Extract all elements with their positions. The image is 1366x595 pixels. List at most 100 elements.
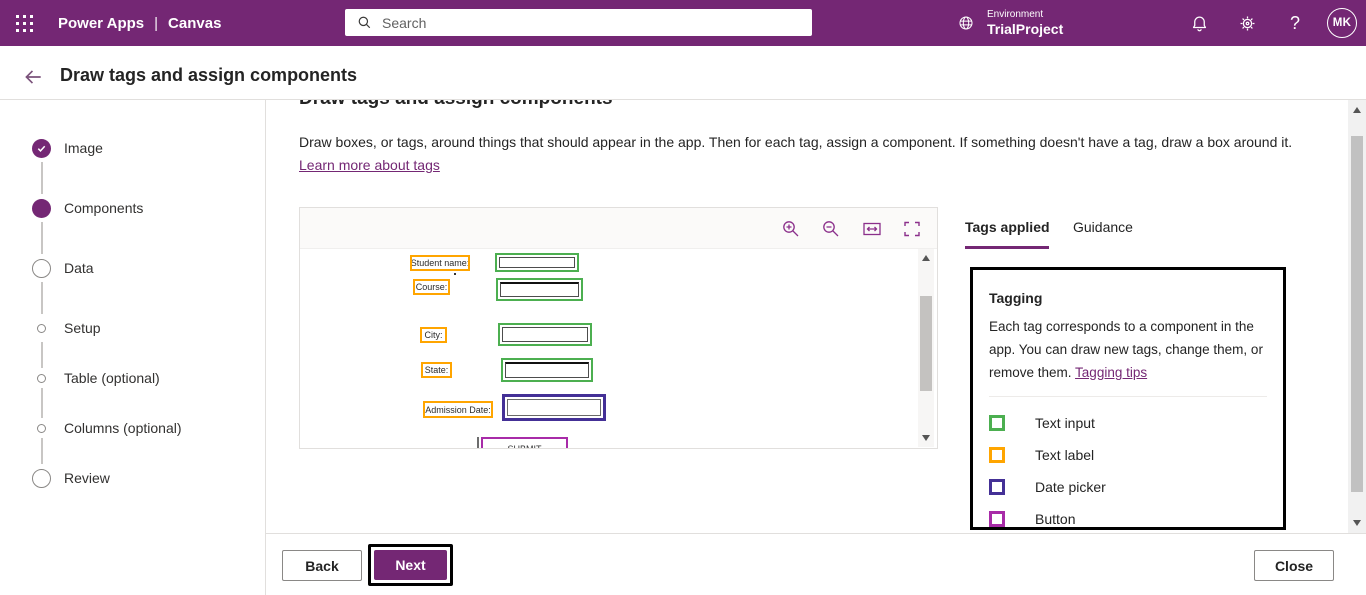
back-arrow-icon (25, 70, 41, 84)
form-label: Course: (415, 282, 448, 292)
page-vertical-scrollbar[interactable] (1348, 100, 1366, 533)
callout-title: Tagging (989, 290, 1043, 306)
step-upcoming-icon (32, 469, 51, 488)
account-avatar[interactable]: MK (1327, 8, 1357, 38)
global-search[interactable] (345, 9, 812, 36)
tag-button-submit[interactable]: SUBMIT (481, 437, 568, 449)
learn-more-link[interactable]: Learn more about tags (299, 157, 440, 173)
legend-label: Text label (1035, 447, 1095, 463)
zoom-in-icon (783, 221, 799, 237)
stepper-connector (41, 342, 43, 368)
wizard-footer: Back Next Close (266, 533, 1366, 595)
instructions-text: Draw boxes, or tags, around things that … (299, 134, 1293, 150)
question-mark-icon: ? (1289, 12, 1300, 33)
zoom-out-button[interactable] (821, 219, 841, 239)
scrolled-heading-clipped: Draw tags and assign components (299, 100, 999, 111)
step-label: Review (64, 470, 110, 486)
fit-width-icon (863, 222, 881, 236)
top-app-bar: Power Apps | Canvas Environment TrialPro… (0, 0, 1366, 46)
image-line-artifact (477, 437, 479, 448)
step-label: Image (64, 140, 103, 156)
environment-name: TrialProject (987, 20, 1064, 37)
environment-globe-icon (959, 16, 973, 30)
image-input-rect (505, 362, 589, 378)
notifications-button[interactable] (1181, 0, 1217, 46)
tagging-tips-link[interactable]: Tagging tips (1075, 365, 1147, 380)
canvas-vertical-scrollbar[interactable] (918, 249, 934, 447)
legend-item-text-label: Text label (989, 439, 1267, 471)
tab-tags-applied[interactable]: Tags applied (965, 219, 1050, 235)
settings-button[interactable] (1229, 0, 1265, 46)
callout-divider (989, 396, 1267, 397)
tag-text-input-student-name[interactable] (495, 253, 579, 272)
tag-text-label-city[interactable]: City: (420, 327, 447, 343)
scroll-down-arrow-icon[interactable] (922, 435, 930, 441)
power-apps-wizard-page: Power Apps | Canvas Environment TrialPro… (0, 0, 1366, 595)
page-scrollbar-thumb[interactable] (1351, 136, 1363, 492)
tag-date-picker-admission-date[interactable] (502, 394, 606, 421)
app-launcher-button[interactable] (0, 0, 48, 46)
step-label: Table (optional) (64, 370, 160, 386)
button-color-swatch (989, 511, 1005, 527)
tag-text-label-course[interactable]: Course: (413, 279, 450, 295)
wizard-stepper-sidebar: Image Components Data Setup Table (optio… (0, 100, 266, 595)
scroll-up-arrow-icon[interactable] (922, 255, 930, 261)
search-input[interactable] (382, 14, 782, 31)
step-upcoming-icon (32, 259, 51, 278)
content-heading: Draw tags and assign components (299, 100, 999, 110)
image-input-rect (502, 327, 588, 342)
next-button[interactable]: Next (374, 550, 447, 580)
step-upcoming-small-icon (37, 424, 46, 433)
tag-text-label-admission-date[interactable]: Admission Date: (423, 401, 493, 418)
tab-guidance[interactable]: Guidance (1073, 219, 1133, 235)
form-label: State: (424, 365, 449, 375)
stepper-connector (41, 438, 43, 464)
tag-text-input-course[interactable] (496, 278, 583, 301)
step-current-icon (32, 199, 51, 218)
step-upcoming-small-icon (37, 324, 46, 333)
image-input-rect (507, 399, 601, 416)
environment-text: Environment TrialProject (987, 9, 1063, 38)
stepper-connector (41, 222, 43, 254)
stepper-connector (41, 388, 43, 418)
app-brand: Power Apps | Canvas (58, 0, 221, 46)
gear-icon (1240, 16, 1254, 30)
brand-separator: | (154, 14, 159, 32)
back-arrow-button[interactable] (22, 66, 44, 88)
back-button[interactable]: Back (282, 550, 362, 581)
page-title: Draw tags and assign components (60, 65, 358, 85)
environment-picker[interactable]: Environment TrialProject (957, 0, 1063, 46)
canvas-scrollbar-thumb[interactable] (920, 296, 932, 391)
tag-text-input-state[interactable] (501, 358, 593, 382)
image-input-rect (499, 257, 575, 268)
tag-text-label-student-name[interactable]: Student name: (410, 255, 470, 271)
step-label: Data (64, 260, 94, 276)
active-tab-indicator (965, 246, 1049, 249)
fit-screen-button[interactable] (902, 219, 922, 239)
step-label: Columns (optional) (64, 420, 182, 436)
checkmark-icon (37, 145, 46, 152)
form-label: Student name: (410, 258, 470, 268)
text-label-color-swatch (989, 447, 1005, 463)
tag-text-label-state[interactable]: State: (421, 362, 452, 378)
tag-text-input-city[interactable] (498, 323, 592, 346)
stepper-connector (41, 282, 43, 314)
image-dot-artifact (454, 273, 456, 275)
legend-label: Date picker (1035, 479, 1106, 495)
help-button[interactable]: ? (1277, 0, 1313, 46)
close-button[interactable]: Close (1254, 550, 1334, 581)
step-label: Components (64, 200, 144, 216)
fit-width-button[interactable] (862, 219, 882, 239)
submit-button-text: SUBMIT (507, 444, 542, 449)
zoom-in-button[interactable] (781, 219, 801, 239)
step-upcoming-small-icon (37, 374, 46, 383)
form-label: City: (424, 330, 443, 340)
fit-screen-icon (904, 221, 920, 237)
zoom-out-icon (823, 221, 839, 237)
date-picker-color-swatch (989, 479, 1005, 495)
scroll-up-arrow-icon[interactable] (1352, 107, 1361, 113)
canvas-toolbar (300, 208, 937, 249)
step-completed-icon (32, 139, 51, 158)
legend-label: Button (1035, 511, 1076, 527)
scroll-down-arrow-icon[interactable] (1352, 520, 1361, 526)
